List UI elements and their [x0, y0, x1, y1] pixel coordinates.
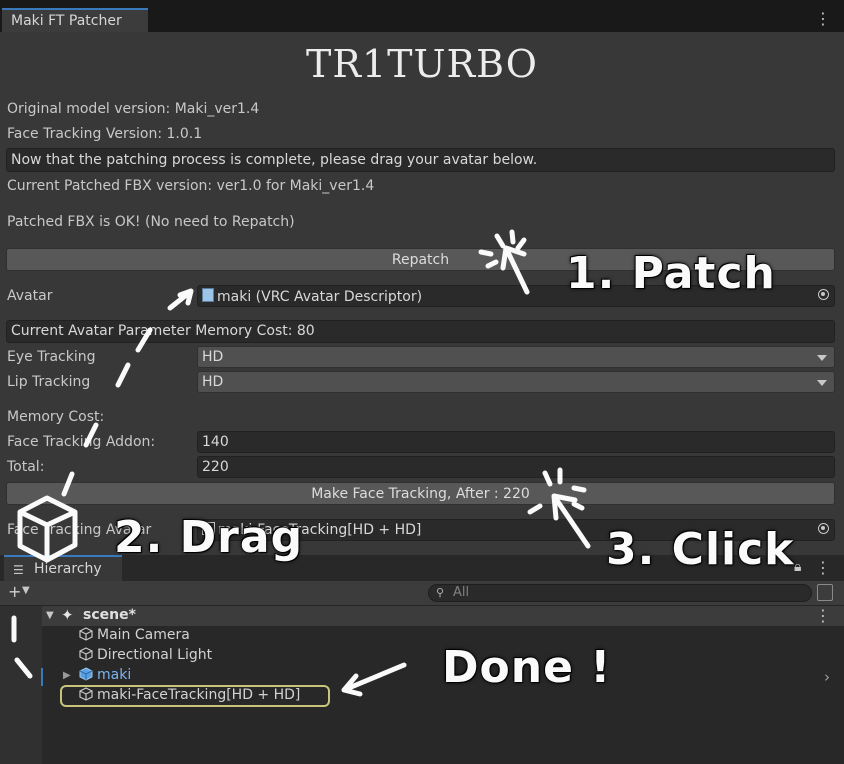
drag-path-icon — [61, 288, 194, 497]
cursor-arrow-icon — [500, 245, 530, 295]
cube-sketch-icon — [17, 495, 78, 563]
annotation-drag: 2. Drag — [114, 512, 304, 563]
annotation-done: Done ! — [442, 642, 612, 693]
annotation-overlay — [11, 229, 591, 697]
drag-path-icon — [11, 615, 33, 679]
annotation-click: 3. Click — [606, 524, 795, 575]
done-arrow-icon — [341, 662, 407, 697]
cursor-arrow-icon — [551, 493, 591, 549]
annotation-patch: 1. Patch — [566, 248, 776, 299]
